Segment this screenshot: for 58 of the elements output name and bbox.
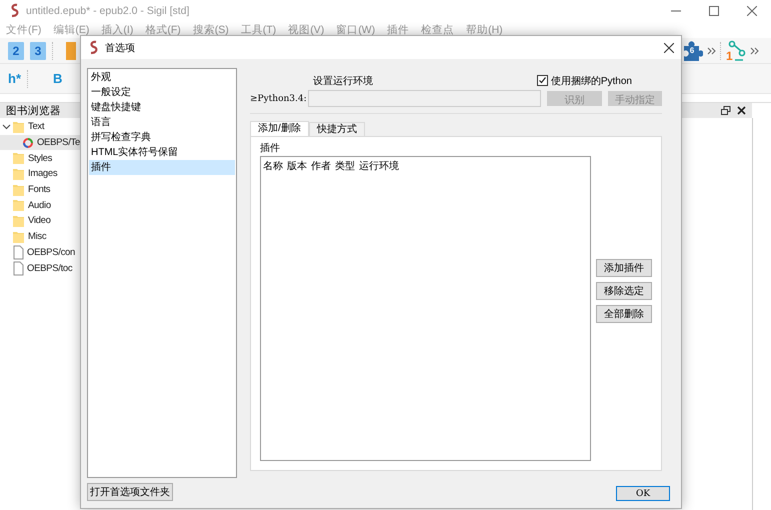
tree-item[interactable]: Misc [28,231,46,242]
remove-selected-button[interactable]: 移除选定 [596,282,652,300]
ok-button[interactable]: OK [616,486,670,501]
folder-icon [12,120,25,134]
plugins-label: 插件 [260,142,281,154]
close-icon[interactable] [737,106,746,115]
folder-icon [12,182,25,197]
chevron-down-icon[interactable] [2,123,10,130]
close-icon[interactable] [664,42,674,52]
tree-item[interactable]: Audio [28,200,51,211]
tree-item[interactable]: Images [28,168,58,180]
file-icon [12,260,24,276]
check-icon [538,76,547,85]
tree-item[interactable]: Fonts [28,184,50,196]
close-icon[interactable] [747,6,757,16]
html-file-icon [22,136,34,150]
maximize-icon[interactable] [709,6,719,16]
category-item[interactable]: 键盘快捷键 [89,100,235,115]
folder-icon [12,151,25,166]
category-list[interactable]: 外观 一般设定 键盘快捷键 语言 拼写检查字典 HTML实体符号保留 插件 [87,68,237,478]
remove-all-button[interactable]: 全部删除 [596,305,652,323]
panel-title: 图书浏览器 [6,104,61,118]
tab[interactable]: 快捷方式 [308,122,365,136]
category-item[interactable]: 一般设定 [89,85,235,100]
field-label: ≥Python3.4: [250,94,305,104]
folder-icon [12,230,25,244]
folder-icon [12,166,25,181]
column-header[interactable]: 版本 [287,159,307,173]
window-title: untitled.epub* - epub2.0 - Sigil [std] [26,4,190,16]
checkbox[interactable] [536,75,548,86]
tree-item[interactable]: OEBPS/toc [27,262,72,274]
category-item[interactable]: 语言 [89,115,235,130]
category-item[interactable]: 插件 [89,160,235,175]
tree-item[interactable]: Styles [28,152,52,164]
category-item[interactable]: HTML实体符号保留 [89,145,235,160]
category-item[interactable]: 拼写检查字典 [89,130,235,145]
folder-icon [12,214,25,228]
folder-icon [12,198,25,212]
column-header[interactable]: 类型 [335,159,355,173]
column-header[interactable]: 运行环境 [359,159,399,173]
add-plugin-button[interactable]: 添加插件 [596,259,652,277]
tree-item[interactable]: Video [28,215,51,226]
category-item[interactable]: 外观 [89,70,235,85]
tree-item[interactable]: Text [28,121,44,132]
file-icon [12,244,24,260]
plugin-button[interactable]: 6 [681,40,703,60]
chevron-icon[interactable] [750,46,759,54]
column-header[interactable]: 作者 [311,159,331,173]
open-folder-button[interactable]: 打开首选项文件夹 [87,483,173,501]
tab[interactable]: 添加/删除 [250,121,309,136]
column-header[interactable]: 名称 [263,159,283,173]
plugin-list[interactable]: 名称 版本 作者 类型 运行环境 [260,156,591,461]
chevron-icon[interactable] [707,46,716,54]
tree-item[interactable]: OEBPS/con [27,246,75,258]
checkbox-label: 使用捆绑的Python [550,74,632,88]
float-icon[interactable] [721,106,731,115]
dialog-title: 首选项 [105,42,135,54]
section-title: 设置运行环境 [313,74,373,88]
